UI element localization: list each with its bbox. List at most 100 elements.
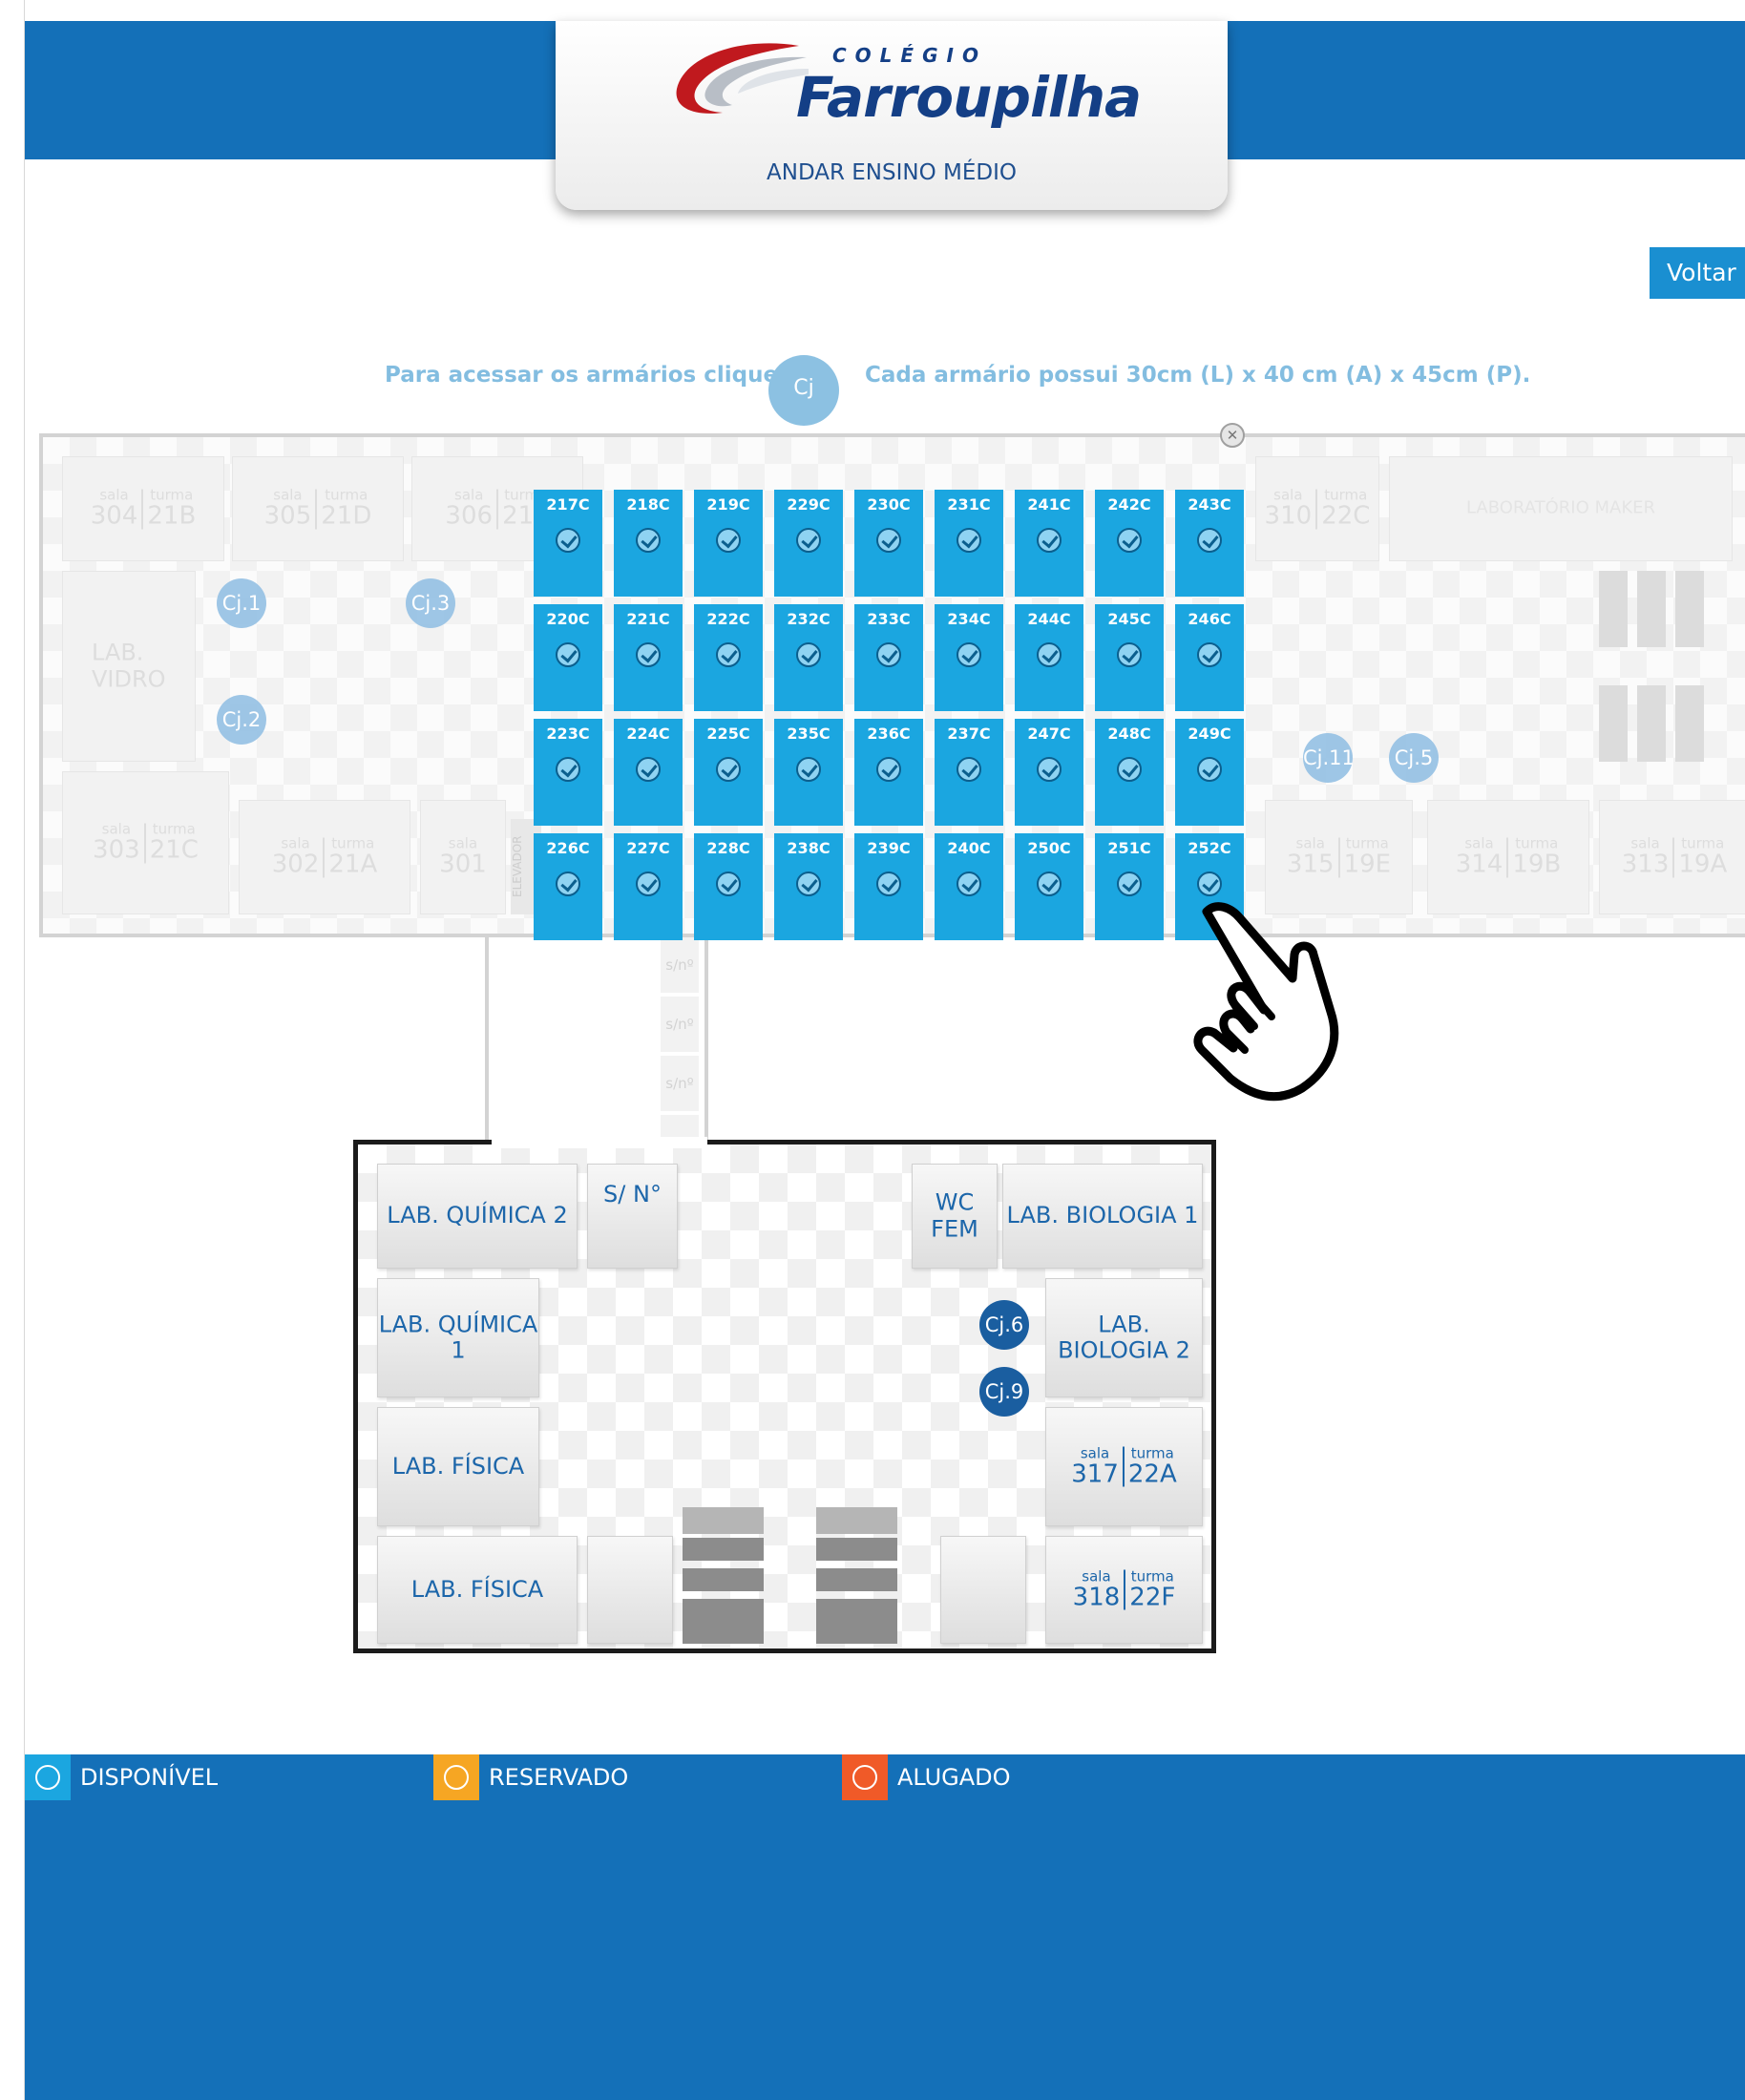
locker-number: 219C (706, 495, 750, 514)
check-icon (1197, 642, 1222, 667)
locker-244C[interactable]: 244C (1015, 604, 1083, 711)
room-301: sala 301 (420, 800, 506, 914)
locker-241C[interactable]: 241C (1015, 490, 1083, 597)
locker-242C[interactable]: 242C (1095, 490, 1164, 597)
check-icon (876, 872, 901, 896)
locker-222C[interactable]: 222C (694, 604, 763, 711)
locker-248C[interactable]: 248C (1095, 719, 1164, 826)
lab-quimica-1: LAB. QUÍMICA 1 (377, 1278, 539, 1397)
locker-225C[interactable]: 225C (694, 719, 763, 826)
locker-239C[interactable]: 239C (854, 833, 923, 940)
logo-name: Farroupilha (796, 65, 1142, 130)
room-317: sala 317 turma 22A (1045, 1407, 1203, 1526)
locker-223C[interactable]: 223C (534, 719, 602, 826)
locker-240C[interactable]: 240C (935, 833, 1003, 940)
locker-number: 238C (787, 839, 830, 857)
locker-number: 224C (626, 724, 670, 743)
legend-reserved-label: RESERVADO (489, 1764, 629, 1791)
locker-218C[interactable]: 218C (614, 490, 683, 597)
check-icon (716, 757, 741, 782)
locker-number: 248C (1107, 724, 1151, 743)
locker-243C[interactable]: 243C (1175, 490, 1244, 597)
check-icon (876, 757, 901, 782)
locker-number: 239C (867, 839, 911, 857)
check-icon (716, 642, 741, 667)
lab-fisica-b: LAB. FÍSICA (377, 1536, 578, 1644)
cj-1-button[interactable]: Cj.1 (217, 578, 266, 628)
cj-11-button[interactable]: Cj.11 (1303, 733, 1355, 783)
legend-rented-label: ALUGADO (897, 1764, 1011, 1791)
locker-221C[interactable]: 221C (614, 604, 683, 711)
check-icon (716, 872, 741, 896)
locker-number: 236C (867, 724, 911, 743)
locker-236C[interactable]: 236C (854, 719, 923, 826)
page: COLÉGIO Farroupilha ANDAR ENSINO MÉDIO V… (24, 0, 1745, 2100)
check-icon (957, 642, 981, 667)
locker-224C[interactable]: 224C (614, 719, 683, 826)
check-icon (1117, 528, 1142, 553)
locker-235C[interactable]: 235C (774, 719, 843, 826)
locker-230C[interactable]: 230C (854, 490, 923, 597)
locker-227C[interactable]: 227C (614, 833, 683, 940)
instruction-right-text: Cada armário possui 30cm (L) x 40 cm (A)… (865, 363, 1531, 388)
legend-available: DISPONÍVEL (25, 1754, 218, 1800)
lab-vidro: LAB. VIDRO (62, 571, 196, 762)
check-icon (796, 872, 821, 896)
room-sn: S/ N° (587, 1164, 678, 1269)
locker-249C[interactable]: 249C (1175, 719, 1244, 826)
locker-number: 223C (546, 724, 590, 743)
lab-quimica-2: LAB. QUÍMICA 2 (377, 1164, 578, 1269)
locker-number: 230C (867, 495, 911, 514)
check-icon (636, 757, 661, 782)
locker-238C[interactable]: 238C (774, 833, 843, 940)
locker-228C[interactable]: 228C (694, 833, 763, 940)
check-icon (796, 642, 821, 667)
check-icon (556, 642, 580, 667)
cj-2-button[interactable]: Cj.2 (217, 695, 266, 745)
back-button[interactable]: Voltar (1650, 247, 1745, 299)
cj-badge: Cj (768, 355, 839, 426)
locker-250C[interactable]: 250C (1015, 833, 1083, 940)
check-icon (1197, 528, 1222, 553)
locker-number: 225C (706, 724, 750, 743)
cj-9-button[interactable]: Cj.9 (979, 1367, 1029, 1417)
locker-232C[interactable]: 232C (774, 604, 843, 711)
check-icon (957, 757, 981, 782)
locker-grid: 217C 218C 219C 229C 230C 231C 241C 242C 243C 220C… (534, 490, 1245, 940)
cj-5-button[interactable]: Cj.5 (1389, 733, 1439, 783)
check-icon (1037, 872, 1062, 896)
locker-217C[interactable]: 217C (534, 490, 602, 597)
legend-rented: ALUGADO (842, 1754, 1011, 1800)
locker-234C[interactable]: 234C (935, 604, 1003, 711)
locker-233C[interactable]: 233C (854, 604, 923, 711)
locker-251C[interactable]: 251C (1095, 833, 1164, 940)
check-icon (636, 872, 661, 896)
locker-220C[interactable]: 220C (534, 604, 602, 711)
locker-number: 249C (1188, 724, 1231, 743)
logo-card: COLÉGIO Farroupilha ANDAR ENSINO MÉDIO (556, 21, 1228, 210)
locker-237C[interactable]: 237C (935, 719, 1003, 826)
stairs-left (683, 1507, 764, 1534)
locker-number: 231C (947, 495, 991, 514)
locker-229C[interactable]: 229C (774, 490, 843, 597)
locker-226C[interactable]: 226C (534, 833, 602, 940)
locker-245C[interactable]: 245C (1095, 604, 1164, 711)
locker-219C[interactable]: 219C (694, 490, 763, 597)
cj-3-button[interactable]: Cj.3 (406, 578, 455, 628)
locker-246C[interactable]: 246C (1175, 604, 1244, 711)
locker-247C[interactable]: 247C (1015, 719, 1083, 826)
room-314: sala 314 turma 19B (1427, 800, 1589, 914)
legend-bar: DISPONÍVEL RESERVADO ALUGADO (25, 1754, 1745, 2100)
check-icon (1037, 642, 1062, 667)
locker-number: 229C (787, 495, 830, 514)
lab-biologia-2: LAB. BIOLOGIA 2 (1045, 1278, 1203, 1397)
locker-number: 228C (706, 839, 750, 857)
floor-title: ANDAR ENSINO MÉDIO (767, 160, 1017, 185)
locker-number: 251C (1107, 839, 1151, 857)
stairs-right (816, 1507, 897, 1534)
cj-6-button[interactable]: Cj.6 (979, 1300, 1029, 1350)
room-sn-1: s/nº (661, 937, 699, 993)
locker-231C[interactable]: 231C (935, 490, 1003, 597)
close-icon[interactable]: ✕ (1220, 423, 1245, 448)
x-icon (842, 1754, 888, 1800)
